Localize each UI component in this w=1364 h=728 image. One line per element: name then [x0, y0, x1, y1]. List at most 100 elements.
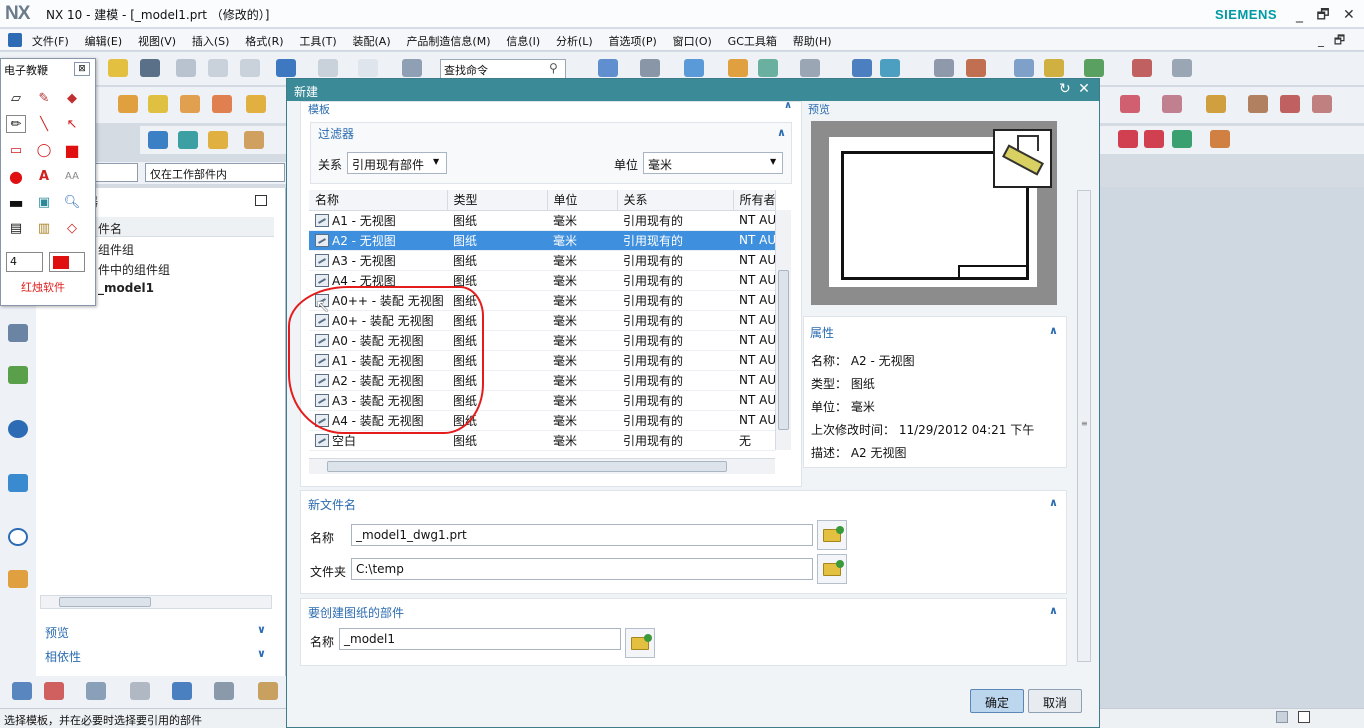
text-icon[interactable]: A [34, 167, 54, 185]
browse-folder-button[interactable] [817, 554, 847, 584]
motion-icon[interactable] [1210, 130, 1230, 148]
table-hscroll[interactable] [309, 458, 775, 474]
paste-icon[interactable] [240, 59, 260, 77]
measure-icon[interactable] [1014, 59, 1034, 77]
chevron-up-icon[interactable]: ∧ [777, 126, 786, 139]
chevron-up-icon[interactable]: ∧ [1049, 604, 1058, 617]
ruler-icon[interactable] [1172, 59, 1192, 77]
chevron-down-icon[interactable]: ∨ [257, 623, 266, 636]
ok-button[interactable]: 确定 [970, 689, 1024, 713]
bottom-tool-icon-d[interactable] [130, 682, 150, 700]
table-hscroll-thumb[interactable] [327, 461, 727, 472]
dropper-icon[interactable]: ✎ [34, 89, 54, 107]
command-search-input[interactable]: 查找命令 [440, 59, 566, 79]
menu-help[interactable]: 帮助(H) [787, 29, 838, 49]
chevron-up-icon[interactable]: ∧ [1049, 496, 1058, 509]
eraser-icon[interactable]: ▱ [6, 89, 26, 107]
bottom-tool-icon-b[interactable] [44, 682, 64, 700]
preview-header[interactable]: 预览 [808, 101, 830, 117]
layer-icon[interactable] [728, 59, 748, 77]
dialog-reset-close[interactable]: ↻ ✕ [1059, 81, 1090, 97]
fit-view-icon[interactable] [598, 59, 618, 77]
table-vscroll[interactable] [775, 210, 791, 450]
snap-icon[interactable] [880, 59, 900, 77]
feature-icon-d[interactable] [1248, 95, 1268, 113]
chevron-up-icon[interactable]: ∧ [784, 100, 792, 111]
sphere-icon[interactable] [212, 95, 232, 113]
color-select[interactable] [49, 252, 85, 272]
sync-icon-b[interactable] [178, 131, 198, 149]
screen-icon[interactable]: ▣ [34, 193, 54, 211]
browse-filename-button[interactable] [817, 520, 847, 550]
menu-assembly[interactable]: 装配(A) [347, 29, 397, 49]
navigator-row-model[interactable]: _model1 [98, 281, 154, 295]
status-icon-b[interactable] [1298, 711, 1310, 723]
axis-icon[interactable] [1132, 59, 1152, 77]
menu-info[interactable]: 信息(I) [500, 29, 546, 49]
fill-icon[interactable]: ◆ [62, 89, 82, 107]
browse-part-button[interactable] [625, 628, 655, 658]
menu-file[interactable]: 文件(F) [26, 29, 75, 49]
col-name[interactable]: 名称 [309, 190, 448, 211]
palette-icon[interactable] [8, 570, 28, 588]
sync-icon-d[interactable] [244, 131, 264, 149]
web-icon[interactable] [8, 474, 28, 492]
ellipse-icon[interactable]: ◯ [34, 141, 54, 159]
part-header[interactable]: 要创建图纸的部件 [308, 604, 404, 621]
open-icon[interactable] [108, 59, 128, 77]
info-circle-icon[interactable] [8, 420, 28, 438]
history-clock-icon[interactable] [8, 528, 28, 546]
properties-header[interactable]: 属性 [810, 324, 834, 341]
library-icon[interactable] [8, 366, 28, 384]
menu-gc-toolbox[interactable]: GC工具箱 [722, 29, 783, 49]
redo-icon[interactable] [318, 59, 338, 77]
feature-icon-e[interactable] [1280, 95, 1300, 113]
graphics-window[interactable] [1100, 187, 1364, 708]
app-menu-icon[interactable] [8, 33, 22, 47]
extrude-icon[interactable] [246, 95, 266, 113]
scope-filter-select[interactable]: 仅在工作部件内 [145, 163, 285, 182]
table-row-selected[interactable]: A2 - 无视图 图纸 毫米 引用现有的 NT AU [309, 230, 775, 251]
bottom-tool-icon-f[interactable] [214, 682, 234, 700]
status-icon-a[interactable] [1276, 711, 1288, 723]
feature-icon-f[interactable] [1312, 95, 1332, 113]
filled-ellipse-icon[interactable]: ● [6, 167, 26, 186]
table-row[interactable]: A1 - 无视图 图纸 毫米 引用现有的 NT AU [309, 210, 775, 231]
copy-icon[interactable] [208, 59, 228, 77]
save-icon[interactable] [140, 59, 160, 77]
menu-tools[interactable]: 工具(T) [293, 29, 342, 49]
clear-icon[interactable]: ◇ [62, 219, 82, 237]
cancel-button[interactable]: 取消 [1028, 689, 1082, 713]
bottom-tool-icon-c[interactable] [86, 682, 106, 700]
chevron-up-icon[interactable]: ∧ [1049, 324, 1058, 337]
window-controls[interactable]: _ 🗗 ✕ [1296, 4, 1355, 28]
menu-preferences[interactable]: 首选项(P) [603, 29, 663, 49]
arrow-icon[interactable]: ↖ [62, 115, 82, 133]
unit-select[interactable]: 毫米 [643, 152, 783, 174]
cut-icon[interactable] [176, 59, 196, 77]
relation-select[interactable]: 引用现有部件 [347, 152, 447, 174]
bottom-tool-icon-e[interactable] [172, 682, 192, 700]
curve-icon[interactable] [966, 59, 986, 77]
feature-icon-a[interactable] [1120, 95, 1140, 113]
zoom-icon[interactable]: 🔍︎ [62, 193, 82, 211]
col-relation[interactable]: 关系 [617, 190, 734, 211]
shaded-icon[interactable] [684, 59, 704, 77]
navigator-hscroll[interactable] [40, 595, 272, 609]
dropdown-arrow-icon[interactable]: ▼ [770, 157, 776, 166]
navigator-section-preview[interactable]: 预览 [45, 624, 69, 641]
line-width-select[interactable]: 4 [6, 252, 43, 272]
menu-pmi[interactable]: 产品制造信息(M) [400, 29, 496, 49]
tool-icon[interactable] [1044, 59, 1064, 77]
font-size-icon[interactable]: AA [62, 167, 82, 185]
bottom-tool-icon-a[interactable] [12, 682, 32, 700]
step-forward-icon[interactable] [1118, 130, 1138, 148]
feature-icon-b[interactable] [1162, 95, 1182, 113]
col-unit[interactable]: 单位 [547, 190, 618, 211]
wcs-icon[interactable] [934, 59, 954, 77]
cone-icon[interactable] [180, 95, 200, 113]
assembly-navigator-icon[interactable] [8, 324, 28, 342]
navigator-row[interactable]: 组件组 [98, 241, 134, 258]
chevron-down-icon[interactable]: ∨ [257, 647, 266, 660]
maximize-icon[interactable] [255, 195, 267, 206]
